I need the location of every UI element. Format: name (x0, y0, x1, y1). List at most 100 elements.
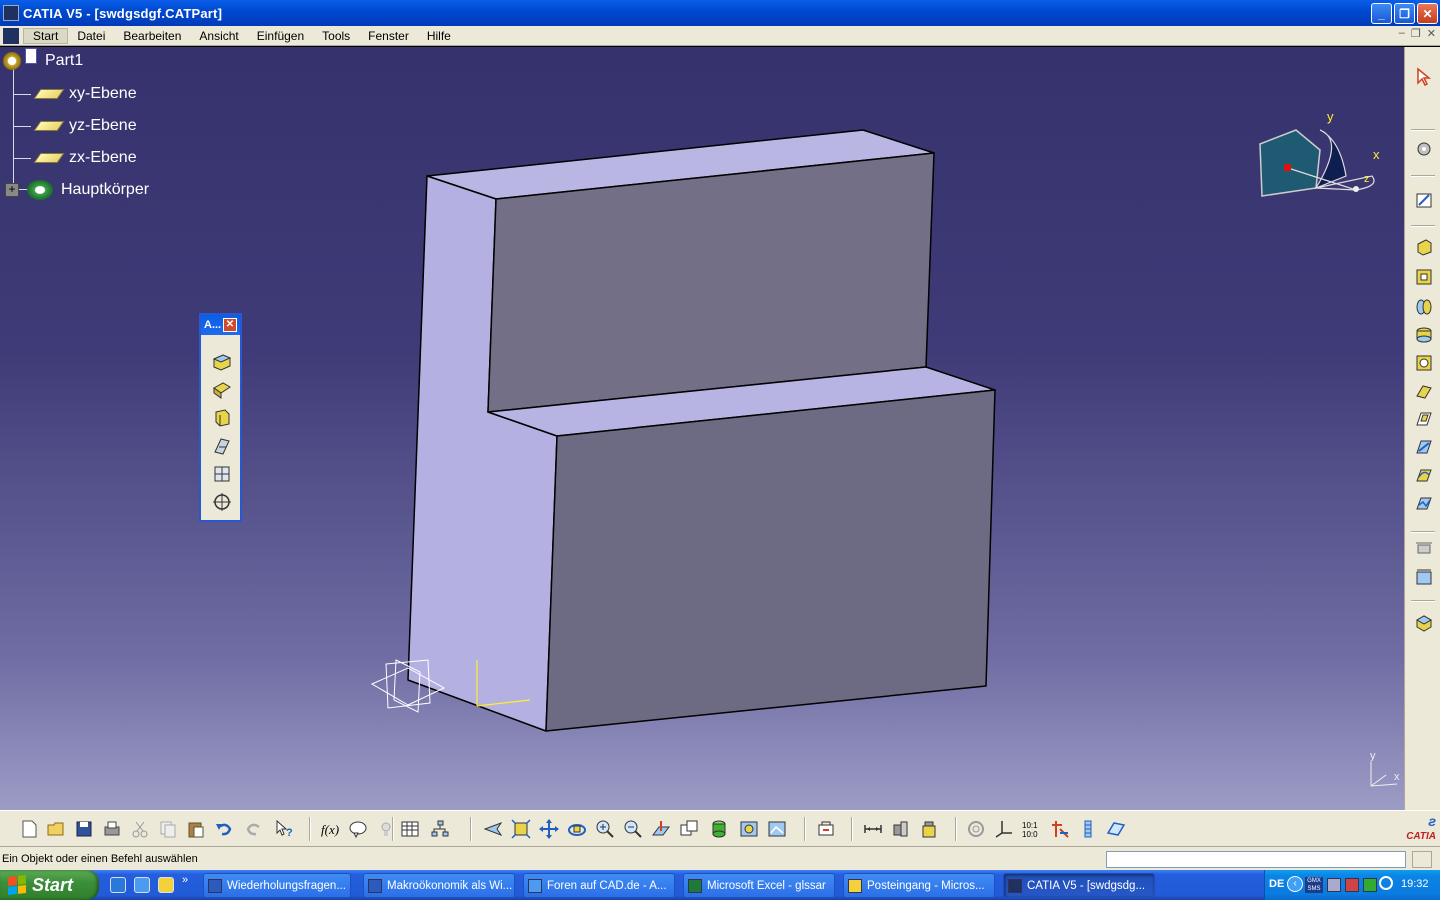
zoom-in-icon[interactable] (595, 819, 615, 839)
measure-item-icon[interactable] (891, 819, 911, 839)
slot-icon[interactable] (1414, 409, 1434, 429)
tree-node-body[interactable]: + Hauptkörper (5, 180, 149, 200)
pocket-icon[interactable] (211, 379, 233, 401)
taskbar-item-word-1[interactable]: Wiederholungsfragen... (203, 873, 351, 898)
close-button[interactable]: ✕ (1417, 3, 1438, 24)
swap-visible-space-icon[interactable] (767, 819, 787, 839)
annotation-icon[interactable] (1050, 819, 1070, 839)
update-all-icon[interactable] (816, 819, 836, 839)
sketch-settings-icon[interactable] (1414, 139, 1434, 159)
undo-icon[interactable] (214, 819, 234, 839)
view-mode-cylinder-icon[interactable] (709, 819, 729, 839)
copy-icon[interactable] (158, 819, 178, 839)
quicklaunch-browser-icon[interactable] (134, 877, 150, 893)
menu-datei[interactable]: Datei (68, 29, 114, 43)
shaft-icon[interactable] (211, 407, 233, 429)
command-input[interactable] (1106, 851, 1406, 868)
tree-node-part[interactable]: Part1 (3, 48, 83, 70)
measure-between-icon[interactable] (863, 819, 883, 839)
pad-icon[interactable] (211, 351, 233, 373)
measure-inertia-icon[interactable] (919, 819, 939, 839)
expand-plus-icon[interactable]: + (5, 183, 19, 197)
tray-disconnected-icon[interactable] (1345, 878, 1359, 892)
taskbar-item-browser[interactable]: Foren auf CAD.de - A... (523, 873, 675, 898)
tray-gmx-icon[interactable]: GMX SMS (1305, 877, 1323, 893)
quicklaunch-outlook-icon[interactable] (158, 877, 174, 893)
document-icon[interactable] (3, 27, 19, 44)
whats-this-icon[interactable]: ? (274, 819, 294, 839)
table-icon[interactable] (400, 819, 420, 839)
shaft-icon[interactable] (1414, 297, 1434, 317)
floating-toolbar[interactable]: A... ✕ (199, 313, 242, 522)
menu-start[interactable]: Start (23, 27, 69, 44)
removed-multi-section-icon[interactable] (1414, 493, 1434, 513)
language-indicator[interactable]: DE (1269, 878, 1284, 890)
floating-toolbar-close-button[interactable]: ✕ (223, 318, 237, 332)
zoom-out-icon[interactable] (623, 819, 643, 839)
list-icon[interactable] (1078, 819, 1098, 839)
paste-icon[interactable] (186, 819, 206, 839)
knowledge-advisor-icon[interactable] (348, 819, 368, 839)
new-document-icon[interactable] (19, 819, 39, 839)
axis-system-icon[interactable] (994, 819, 1014, 839)
tray-search-icon[interactable] (1379, 876, 1393, 890)
hole-icon[interactable] (1414, 353, 1434, 373)
snap-icon[interactable] (966, 819, 986, 839)
pan-icon[interactable] (539, 819, 559, 839)
cut-icon[interactable] (130, 819, 150, 839)
quicklaunch-ie-icon[interactable] (110, 877, 126, 893)
taskbar-item-outlook[interactable]: Posteingang - Micros... (843, 873, 995, 898)
menu-hilfe[interactable]: Hilfe (418, 29, 460, 43)
units-icon[interactable]: 10:110:0 (1022, 819, 1042, 839)
taskbar-item-word-2[interactable]: Makroökonomik als Wi... (363, 873, 515, 898)
sketcher-icon[interactable] (1414, 190, 1434, 210)
quicklaunch-more-icon[interactable]: » (182, 874, 188, 886)
doc-close-button[interactable]: ✕ (1427, 27, 1436, 40)
tray-network-icon[interactable] (1327, 878, 1341, 892)
print-icon[interactable] (102, 819, 122, 839)
pad-icon[interactable] (1414, 237, 1434, 257)
menu-ansicht[interactable]: Ansicht (190, 29, 247, 43)
stiffener-icon[interactable] (1414, 437, 1434, 457)
rib-icon[interactable] (211, 435, 233, 457)
tree-node-xy-plane[interactable]: xy-Ebene (33, 85, 137, 103)
clock[interactable]: 19:32 (1401, 878, 1429, 890)
normal-view-icon[interactable] (651, 819, 671, 839)
minimize-button[interactable]: _ (1371, 3, 1392, 24)
taskbar-item-excel[interactable]: Microsoft Excel - glssar (683, 873, 835, 898)
restore-button[interactable]: ❐ (1394, 3, 1415, 24)
target-icon[interactable] (211, 491, 233, 513)
menu-einfuegen[interactable]: Einfügen (248, 29, 313, 43)
menu-tools[interactable]: Tools (313, 29, 359, 43)
groove-icon[interactable] (1414, 325, 1434, 345)
redo-icon[interactable] (244, 819, 264, 839)
rib-icon[interactable] (1414, 381, 1434, 401)
tree-node-yz-plane[interactable]: yz-Ebene (33, 117, 137, 135)
fly-mode-icon[interactable] (483, 819, 503, 839)
tray-expand-icon[interactable]: ‹ (1287, 876, 1303, 892)
spec-tree-icon[interactable] (430, 819, 450, 839)
catia-app-icon[interactable] (3, 5, 19, 21)
multi-section-solid-icon[interactable] (1414, 465, 1434, 485)
doc-minimize-button[interactable]: – (1399, 27, 1405, 40)
formula-icon[interactable]: f(x) (320, 819, 340, 839)
constraint-icon[interactable] (1414, 539, 1434, 559)
menu-fenster[interactable]: Fenster (359, 29, 418, 43)
rotate-icon[interactable] (567, 819, 587, 839)
measure-icon[interactable] (1414, 567, 1434, 587)
command-history-button[interactable] (1412, 851, 1432, 868)
save-icon[interactable] (74, 819, 94, 839)
start-button[interactable]: Start (0, 870, 99, 900)
fit-all-icon[interactable] (511, 819, 531, 839)
pocket-icon[interactable] (1414, 267, 1434, 287)
select-arrow-icon[interactable] (1414, 67, 1434, 87)
taskbar-item-catia[interactable]: CATIA V5 - [swdgsdg... (1003, 873, 1155, 898)
doc-restore-button[interactable]: ❐ (1411, 27, 1421, 40)
multi-section-icon[interactable] (211, 463, 233, 485)
menu-bearbeiten[interactable]: Bearbeiten (114, 29, 190, 43)
apply-material-icon[interactable] (1414, 613, 1434, 633)
tree-node-zx-plane[interactable]: zx-Ebene (33, 149, 137, 167)
hide-show-icon[interactable] (739, 819, 759, 839)
tray-hardware-icon[interactable] (1363, 878, 1377, 892)
sketch-plane-icon[interactable] (1106, 819, 1126, 839)
